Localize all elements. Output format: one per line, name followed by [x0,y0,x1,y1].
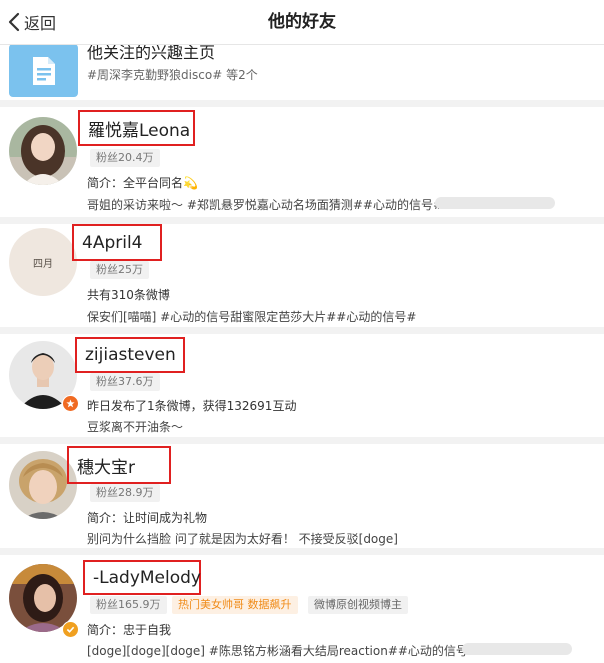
hot-tag-badge: 热门美女帅哥 数据飙升 [172,596,298,614]
blurred-text [435,197,555,209]
fans-count: 粉丝37.6万 [90,373,160,391]
user-row[interactable]: 穗大宝r 粉丝28.9万 简介：让时间成为礼物 别问为什么挡脸 问了就是因为太好… [0,444,604,547]
verified-badge-icon [62,621,79,638]
user-row[interactable]: zijiasteven 粉丝37.6万 昨日发布了1条微博，获得132691互动… [0,334,604,434]
username[interactable]: 羅悦嘉Leona [78,110,195,146]
user-row[interactable]: 四月 4April4 粉丝25万 共有310条微博 保安们[喵喵] #心动的信号… [0,224,604,324]
username[interactable]: 穗大宝r [67,446,171,484]
verified-badge-icon [62,395,79,412]
fans-count: 粉丝25万 [90,261,149,279]
activity: 昨日发布了1条微博，获得132691互动 [87,399,297,413]
interest-page-row[interactable]: 他关注的兴趣主页 #周深李克勤野狼disco# 等2个 [0,44,604,97]
bio: 简介：全平台同名💫 [87,176,198,190]
bio: 简介：忠于自我 [87,623,172,637]
blurred-text [462,643,572,655]
avatar[interactable] [9,117,77,185]
separator [0,217,604,224]
latest-post: 保安们[喵喵] #心动的信号甜蜜限定芭莎大片##心动的信号# [87,310,417,324]
user-row[interactable]: 羅悦嘉Leona 粉丝20.4万 简介：全平台同名💫 哥姐的采访来啦～ #郑凯悬… [0,107,604,217]
user-row[interactable]: -LadyMelody 粉丝165.9万 热门美女帅哥 数据飙升 微博原创视频博… [0,555,604,663]
latest-post: [doge][doge][doge] #陈思铭方彬涵看大结局reaction##… [87,644,478,658]
fans-count: 粉丝20.4万 [90,149,160,167]
separator [0,548,604,555]
latest-post: 别问为什么挡脸 问了就是因为太好看！ 不接受反驳[doge] [87,532,398,546]
latest-post: 哥姐的采访来啦～ #郑凯悬罗悦嘉心动名场面猜测##心动的信号# [87,198,444,212]
document-icon [9,44,78,97]
interest-page-title: 他关注的兴趣主页 [87,43,216,62]
avatar[interactable]: 四月 [9,228,77,296]
separator [0,437,604,444]
bio: 简介：让时间成为礼物 [87,511,208,525]
username[interactable]: zijiasteven [75,337,185,373]
latest-post: 豆浆离不开油条～ [87,420,184,434]
avatar-text: 四月 [33,258,53,270]
fans-count: 粉丝165.9万 [90,596,167,614]
username[interactable]: -LadyMelody [83,560,201,595]
page-title: 他的好友 [268,12,336,32]
username[interactable]: 4April4 [72,224,162,261]
top-navigation-bar: 返回 他的好友 [0,0,604,45]
fans-count: 粉丝28.9万 [90,484,160,502]
original-video-tag-badge: 微博原创视频博主 [308,596,408,614]
separator [0,100,604,107]
interest-page-subtitle: #周深李克勤野狼disco# 等2个 [87,68,258,82]
separator [0,327,604,334]
post-count: 共有310条微博 [87,288,170,302]
